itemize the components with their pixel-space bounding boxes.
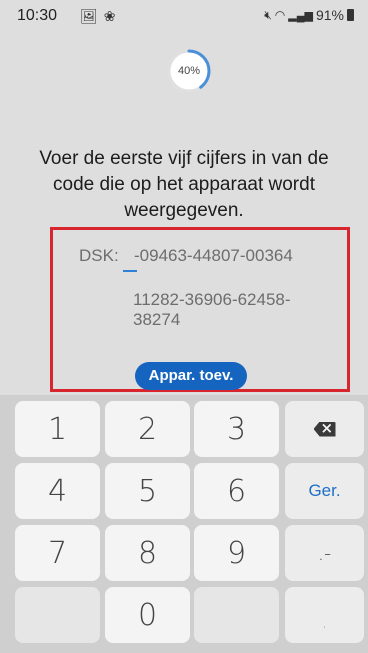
key-0[interactable]: 0 [105, 587, 190, 643]
instruction-text: Voer de eerste vijf cijfers in van de co… [39, 148, 329, 221]
battery-percent: 91% [315, 7, 344, 23]
key-2[interactable]: 2 [105, 401, 190, 457]
add-device-button[interactable]: Appar. toev. [135, 362, 247, 390]
backspace-icon [313, 421, 336, 437]
blank-key [194, 587, 279, 643]
key-7[interactable]: 7 [15, 525, 100, 581]
status-time: 10:30 [17, 7, 58, 24]
comma-key[interactable]: , [285, 587, 364, 643]
dsk-first-line: -09463-44807-00364 [134, 246, 293, 265]
dash-key[interactable]: .- [285, 525, 364, 581]
blank-key [15, 587, 100, 643]
battery-icon [347, 9, 354, 21]
wifi-icon: ◠ [274, 8, 286, 22]
dsk-remaining-code: 11282-36906-62458-38274 [133, 290, 291, 329]
progress-indicator: 40% [166, 48, 212, 94]
comma-label: , [322, 615, 327, 631]
image-icon: 🖼︎ [80, 8, 98, 24]
key-4[interactable]: 4 [15, 463, 100, 519]
signal-icon: ▂▄▆ [288, 9, 313, 22]
dsk-label: DSK: [79, 246, 119, 265]
key-5[interactable]: 5 [105, 463, 190, 519]
fan-icon: ❀ [103, 8, 116, 24]
mute-icon: 🔇︎ [264, 7, 272, 22]
key-9[interactable]: 9 [194, 525, 279, 581]
key-8[interactable]: 8 [105, 525, 190, 581]
numeric-keypad: 1 2 3 4 5 6 Ger. 7 8 9 .- 0 , [0, 395, 368, 653]
progress-label: 40% [177, 65, 201, 77]
key-6[interactable]: 6 [194, 463, 279, 519]
go-key[interactable]: Ger. [285, 463, 364, 519]
backspace-key[interactable] [285, 401, 364, 457]
status-bar: 10:30 🖼︎ ❀ 🔇︎ ◠ ▂▄▆ 91% [0, 0, 368, 30]
key-1[interactable]: 1 [15, 401, 100, 457]
key-3[interactable]: 3 [194, 401, 279, 457]
input-cursor [123, 270, 137, 272]
